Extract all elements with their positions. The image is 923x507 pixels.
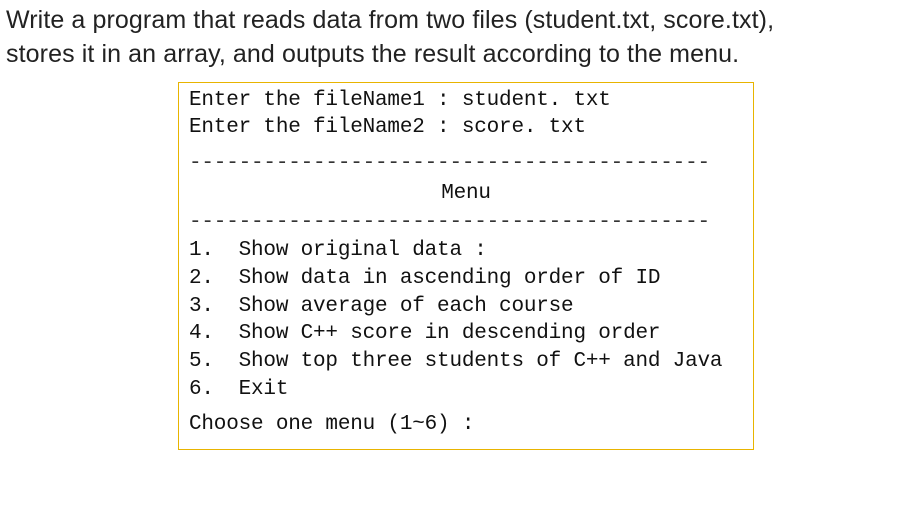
menu-item-2: 2. Show data in ascending order of ID [189, 265, 743, 293]
console-output-box: Enter the fileName1 : student. txt Enter… [178, 82, 754, 451]
instruction-line-1: Write a program that reads data from two… [6, 6, 774, 34]
menu-item-3: 3. Show average of each course [189, 293, 743, 321]
menu-rule-top: ----------------------------------------… [189, 150, 743, 178]
choose-prompt: Choose one menu (1~6) : [189, 411, 743, 439]
spacer [189, 403, 743, 411]
console-prompt-filename2: Enter the fileName2 : score. txt [189, 114, 743, 142]
menu-item-1: 1. Show original data : [189, 237, 743, 265]
instruction-line-2: stores it in an array, and outputs the r… [6, 40, 739, 68]
problem-statement: Write a program that reads data from two… [6, 4, 917, 72]
console-prompt-filename1: Enter the fileName1 : student. txt [189, 87, 743, 115]
spacer [189, 142, 743, 150]
menu-item-5: 5. Show top three students of C++ and Ja… [189, 348, 743, 376]
menu-item-6: 6. Exit [189, 376, 743, 404]
page-root: Write a program that reads data from two… [0, 0, 923, 456]
menu-title: Menu [189, 178, 743, 210]
menu-rule-bottom: ----------------------------------------… [189, 209, 743, 237]
menu-item-4: 4. Show C++ score in descending order [189, 320, 743, 348]
